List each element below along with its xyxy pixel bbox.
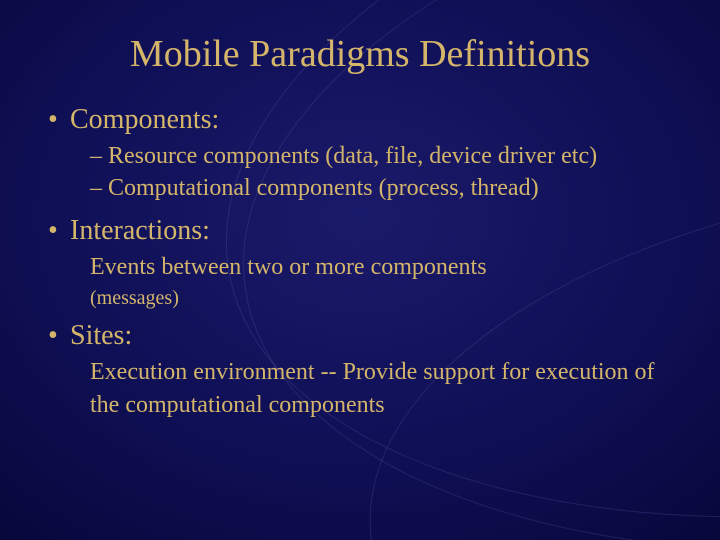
bullet-label: Sites:	[70, 320, 132, 352]
bullet-icon: •	[48, 104, 70, 136]
sub-item-text: Resource components (data, file, device …	[108, 140, 597, 172]
slide-title: Mobile Paradigms Definitions	[48, 32, 672, 76]
sub-text-small: (messages)	[90, 285, 672, 312]
slide: Mobile Paradigms Definitions • Component…	[0, 0, 720, 540]
sub-text: Execution environment -- Provide support…	[90, 356, 672, 421]
sub-item: – Computational components (process, thr…	[90, 172, 672, 204]
bullet-item-components: • Components: – Resource components (dat…	[48, 104, 672, 205]
sub-item-text: Computational components (process, threa…	[108, 172, 539, 204]
bullet-list: • Components: – Resource components (dat…	[48, 104, 672, 421]
bullet-item-interactions: • Interactions: Events between two or mo…	[48, 215, 672, 312]
bullet-item-sites: • Sites: Execution environment -- Provid…	[48, 320, 672, 421]
bullet-icon: •	[48, 215, 70, 247]
dash-icon: –	[90, 140, 108, 172]
bullet-label: Interactions:	[70, 215, 210, 247]
dash-icon: –	[90, 172, 108, 204]
bullet-label: Components:	[70, 104, 219, 136]
bullet-icon: •	[48, 320, 70, 352]
sub-item: – Resource components (data, file, devic…	[90, 140, 672, 172]
sub-text: Events between two or more components	[90, 251, 672, 283]
